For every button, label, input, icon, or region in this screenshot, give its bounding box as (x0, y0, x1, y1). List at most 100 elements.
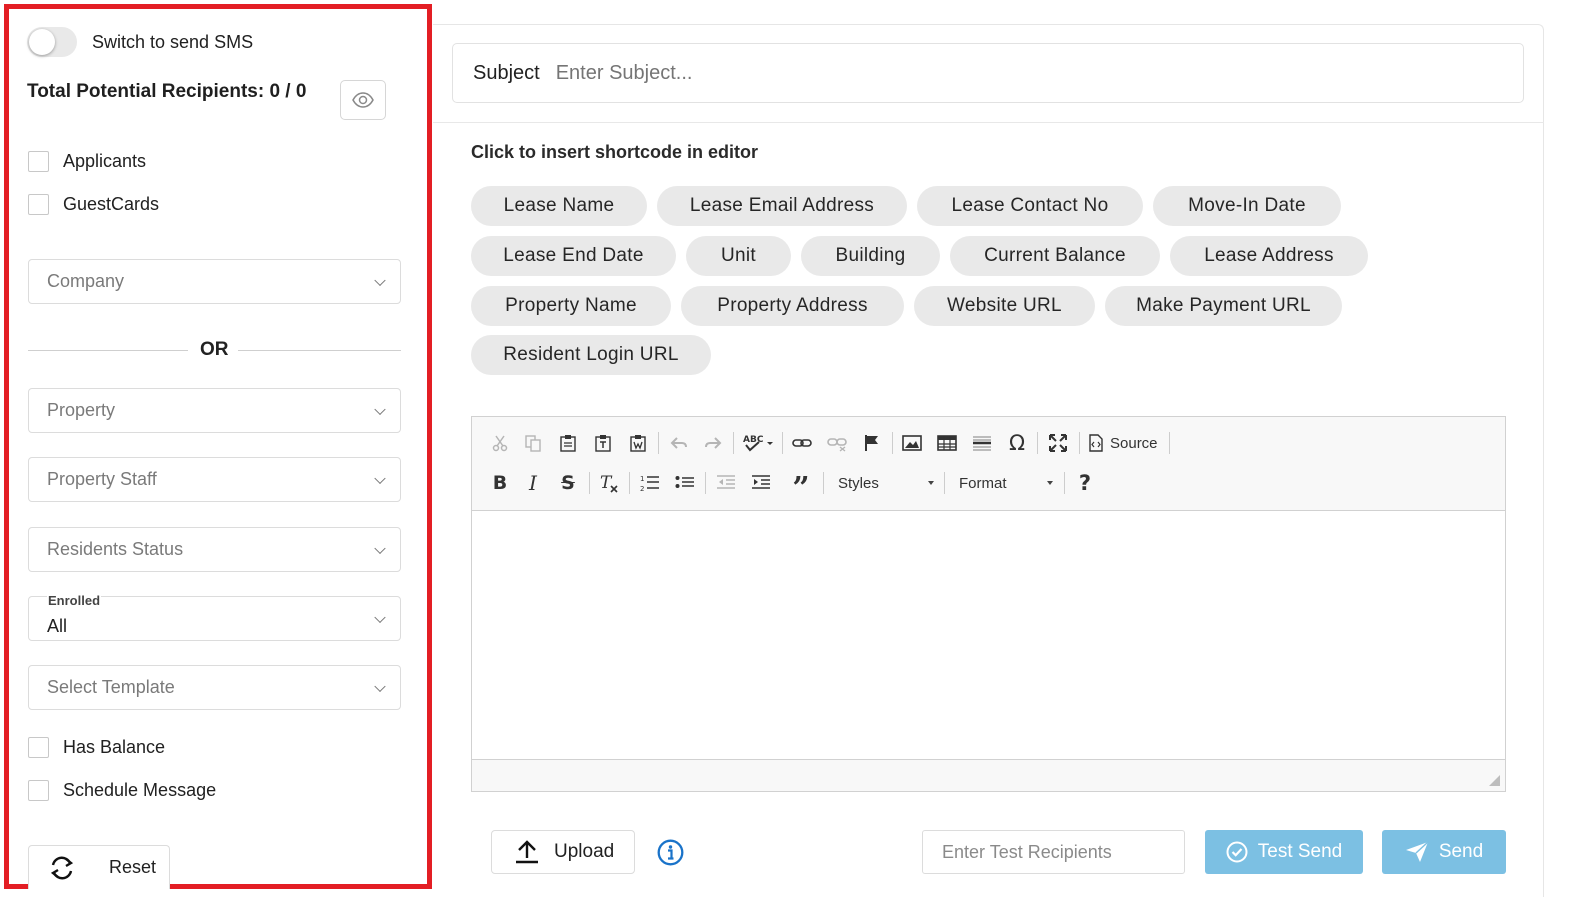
format-label: Format (959, 474, 1007, 492)
sms-toggle[interactable] (27, 27, 77, 57)
image-icon[interactable] (900, 431, 924, 455)
sms-toggle-row: Switch to send SMS (27, 27, 253, 57)
shortcode-chip[interactable]: Current Balance (950, 236, 1160, 276)
subject-field[interactable]: Subject (452, 43, 1524, 103)
sms-toggle-label: Switch to send SMS (92, 31, 254, 52)
paste-word-icon[interactable] (626, 431, 650, 455)
source-button[interactable]: Source (1088, 431, 1168, 455)
bulleted-list-icon[interactable] (673, 471, 697, 495)
svg-text:2: 2 (640, 485, 644, 492)
svg-text:1: 1 (640, 475, 644, 483)
property-select[interactable]: Property (28, 388, 401, 433)
shortcode-chip[interactable]: Property Address (681, 286, 904, 326)
enrolled-label: Enrolled (47, 593, 102, 608)
resize-grip-icon[interactable] (1489, 775, 1500, 786)
caret-down-icon (928, 481, 934, 485)
bold-icon[interactable]: B (488, 471, 512, 495)
schedule-message-checkbox[interactable] (28, 780, 49, 801)
svg-text:ABC: ABC (743, 435, 764, 445)
upload-icon (516, 840, 538, 864)
shortcode-chip[interactable]: Building (801, 236, 940, 276)
recipients-count: Total Potential Recipients: 0 / 0 (27, 81, 307, 102)
template-select[interactable]: Select Template (28, 665, 401, 710)
maximize-icon[interactable] (1046, 431, 1070, 455)
remove-format-icon[interactable]: T (597, 471, 621, 495)
or-text: OR (200, 339, 229, 360)
applicants-checkbox[interactable] (28, 151, 49, 172)
applicants-label: Applicants (63, 151, 147, 171)
reset-button[interactable]: Reset (28, 845, 170, 889)
test-recipients-input[interactable]: Enter Test Recipients (922, 830, 1185, 874)
schedule-message-checkbox-row[interactable]: Schedule Message (28, 780, 216, 801)
numbered-list-icon[interactable]: 12 (638, 471, 662, 495)
toolbar-separator (1064, 472, 1065, 494)
blockquote-icon[interactable]: ” (789, 471, 813, 504)
format-dropdown[interactable]: Format (959, 471, 1053, 495)
schedule-message-label: Schedule Message (63, 780, 217, 800)
subject-input[interactable] (555, 61, 1256, 85)
enrolled-value: All (47, 616, 68, 636)
company-select-text: Company (47, 271, 125, 291)
shortcode-chip[interactable]: Lease End Date (471, 236, 676, 276)
cut-icon[interactable] (488, 431, 512, 455)
editor-content-area[interactable] (472, 512, 1505, 759)
shortcode-chip[interactable]: Property Name (471, 286, 671, 326)
shortcode-chip[interactable]: Unit (686, 236, 791, 276)
paste-icon[interactable] (556, 431, 580, 455)
toolbar-separator (658, 432, 659, 454)
has-balance-label: Has Balance (63, 737, 166, 757)
residents-status-select[interactable]: Residents Status (28, 527, 401, 572)
enrolled-select[interactable]: Enrolled All (28, 593, 401, 641)
preview-recipients-button[interactable] (340, 80, 386, 120)
chevron-down-icon (374, 680, 386, 692)
info-icon[interactable] (657, 839, 684, 866)
or-divider: OR (28, 339, 401, 363)
residents-status-select-text: Residents Status (47, 539, 184, 559)
filter-panel: Switch to send SMS Total Potential Recip… (4, 4, 432, 889)
horizontal-line-icon[interactable] (970, 431, 994, 455)
shortcode-chip[interactable]: Resident Login URL (471, 335, 711, 375)
anchor-flag-icon[interactable] (860, 431, 884, 455)
shortcode-chip[interactable]: Lease Name (471, 186, 647, 226)
shortcode-chip[interactable]: Lease Email Address (657, 186, 907, 226)
chevron-down-icon (374, 274, 386, 286)
send-button[interactable]: Send (1382, 830, 1506, 874)
table-icon[interactable] (935, 431, 959, 455)
divider-line-left (28, 350, 188, 351)
copy-icon[interactable] (521, 431, 545, 455)
property-staff-select[interactable]: Property Staff (28, 457, 401, 502)
shortcode-title: Click to insert shortcode in editor (471, 142, 759, 162)
undo-icon[interactable] (667, 431, 691, 455)
shortcode-chip[interactable]: Make Payment URL (1105, 286, 1342, 326)
indent-icon[interactable] (749, 471, 773, 495)
upload-button[interactable]: Upload (491, 830, 635, 874)
shortcode-chip[interactable]: Lease Address (1170, 236, 1368, 276)
help-icon[interactable]: ? (1073, 471, 1097, 495)
shortcode-chip[interactable]: Website URL (914, 286, 1095, 326)
unlink-icon[interactable] (825, 431, 849, 455)
shortcode-chip[interactable]: Lease Contact No (917, 186, 1143, 226)
guestcards-checkbox[interactable] (28, 194, 49, 215)
paste-text-icon[interactable] (591, 431, 615, 455)
guestcards-label: GuestCards (63, 194, 160, 214)
has-balance-checkbox-row[interactable]: Has Balance (28, 737, 165, 758)
spellcheck-icon[interactable]: ABC (742, 431, 776, 455)
strikethrough-icon[interactable]: S (556, 471, 580, 495)
applicants-checkbox-row[interactable]: Applicants (28, 151, 146, 172)
italic-icon[interactable]: I (521, 471, 545, 495)
toolbar-separator (705, 472, 706, 494)
redo-icon[interactable] (701, 431, 725, 455)
has-balance-checkbox[interactable] (28, 737, 49, 758)
company-select[interactable]: Company (28, 259, 401, 304)
source-label: Source (1110, 434, 1158, 452)
outdent-icon[interactable] (714, 471, 738, 495)
link-icon[interactable] (790, 431, 814, 455)
guestcards-checkbox-row[interactable]: GuestCards (28, 194, 159, 215)
help-label: ? (1078, 471, 1092, 495)
special-char-icon[interactable]: Ω (1005, 431, 1029, 455)
styles-dropdown[interactable]: Styles (838, 471, 934, 495)
toggle-knob (29, 29, 55, 55)
test-send-button[interactable]: Test Send (1205, 830, 1363, 874)
svg-text:T: T (600, 473, 613, 493)
shortcode-chip[interactable]: Move-In Date (1153, 186, 1341, 226)
